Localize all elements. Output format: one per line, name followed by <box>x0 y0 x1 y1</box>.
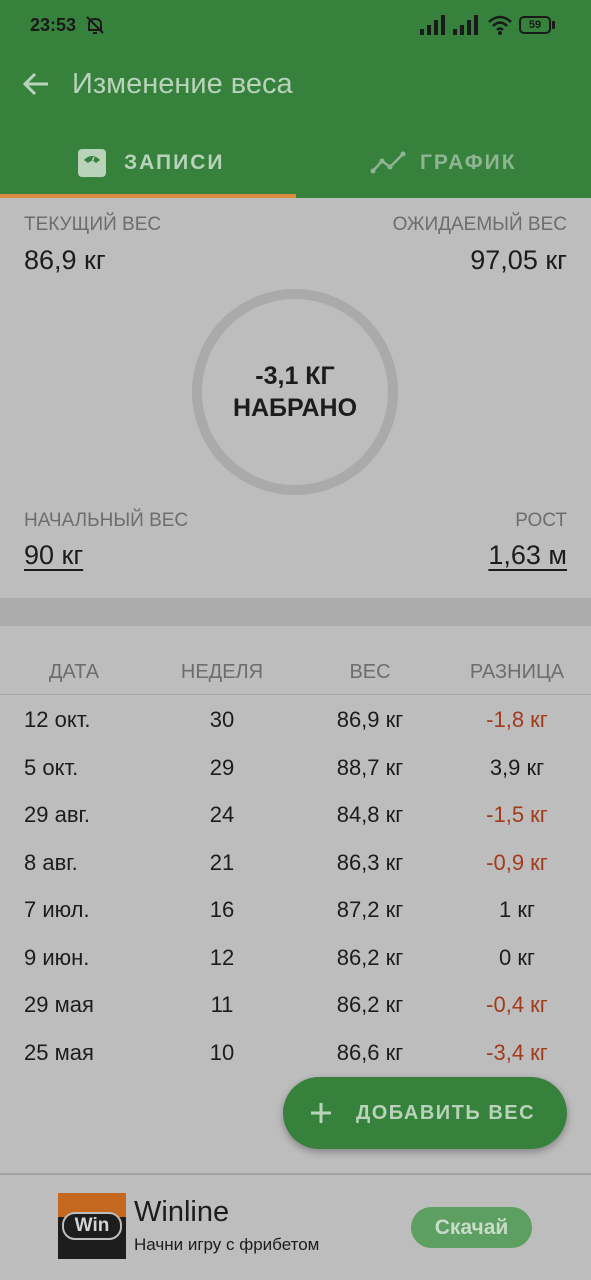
row-weight: 86,6 кг <box>336 1040 404 1065</box>
ad-subtitle: Начни игру с фрибетом <box>134 1235 320 1254</box>
ad-divider <box>0 1173 591 1175</box>
ad-logo-text: Win <box>62 1212 122 1240</box>
current-weight-label: ТЕКУЩИЙ ВЕС <box>24 214 162 235</box>
row-week: 12 <box>209 945 235 970</box>
wifi-icon <box>488 15 512 35</box>
ad-title[interactable]: Winline <box>134 1196 229 1229</box>
section-divider <box>0 598 591 626</box>
app-header: 23:53 59 Изменение веса ЗАПИСИ ГРАФИК <box>0 0 591 198</box>
back-arrow-icon[interactable] <box>20 68 52 100</box>
weight-change-value: -3,1 КГ <box>255 362 335 390</box>
row-week: 10 <box>209 1040 235 1065</box>
row-date: 5 окт. <box>24 755 79 780</box>
weight-change-text: -3,1 КГ НАБРАНО <box>192 360 398 424</box>
row-diff: -0,9 кг <box>486 850 548 875</box>
row-diff: -1,5 кг <box>486 802 548 827</box>
row-diff: -1,8 кг <box>486 707 548 732</box>
tab-records-label: ЗАПИСИ <box>124 151 225 174</box>
row-diff: 0 кг <box>499 945 535 970</box>
row-diff: -0,4 кг <box>486 992 548 1017</box>
tab-records[interactable]: ЗАПИСИ <box>0 128 296 198</box>
row-week: 16 <box>209 897 235 922</box>
row-diff: 1 кг <box>499 897 535 922</box>
table-row[interactable]: 5 окт. 29 88,7 кг 3,9 кг <box>0 755 591 802</box>
row-weight: 86,2 кг <box>336 992 404 1017</box>
tab-chart[interactable]: ГРАФИК <box>296 128 591 198</box>
expected-weight-value: 97,05 кг <box>470 245 567 275</box>
ad-download-button[interactable]: Скачай <box>411 1207 532 1248</box>
row-weight: 86,3 кг <box>336 850 404 875</box>
bell-muted-icon <box>86 16 104 34</box>
table-row[interactable]: 29 авг. 24 84,8 кг -1,5 кг <box>0 802 591 849</box>
tab-chart-label: ГРАФИК <box>420 151 517 174</box>
add-weight-button[interactable]: ДОБАВИТЬ ВЕС <box>283 1077 567 1149</box>
page-title: Изменение веса <box>72 68 293 100</box>
battery-level: 59 <box>519 16 551 34</box>
column-header-week: НЕДЕЛЯ <box>180 661 264 683</box>
column-header-date: ДАТА <box>48 661 100 683</box>
row-week: 21 <box>209 850 235 875</box>
current-weight-value: 86,9 кг <box>24 245 106 275</box>
tab-indicator <box>0 194 296 198</box>
row-weight: 84,8 кг <box>336 802 404 827</box>
row-weight: 88,7 кг <box>336 755 404 780</box>
row-date: 29 авг. <box>24 802 90 827</box>
ad-logo[interactable]: Win <box>58 1193 126 1259</box>
table-row[interactable]: 12 окт. 30 86,9 кг -1,8 кг <box>0 707 591 754</box>
weight-change-caption: НАБРАНО <box>232 394 358 422</box>
status-bar: 23:53 59 <box>0 0 591 52</box>
table-row[interactable]: 9 июн. 12 86,2 кг 0 кг <box>0 945 591 992</box>
start-weight-label: НАЧАЛЬНЫЙ ВЕС <box>24 510 189 531</box>
height-label: РОСТ <box>515 510 567 531</box>
battery-icon: 59 <box>519 16 555 34</box>
column-header-diff: РАЗНИЦА <box>469 661 565 683</box>
row-weight: 86,9 кг <box>336 707 404 732</box>
add-weight-label: ДОБАВИТЬ ВЕС <box>356 1102 536 1124</box>
line-chart-icon <box>370 151 406 174</box>
expected-weight-label: ОЖИДАЕМЫЙ ВЕС <box>392 214 567 235</box>
row-date: 25 мая <box>24 1040 94 1065</box>
height-value[interactable]: 1,63 м <box>488 540 567 571</box>
row-diff: 3,9 кг <box>489 755 545 780</box>
scale-icon <box>78 149 106 177</box>
row-week: 11 <box>210 992 234 1017</box>
row-weight: 86,2 кг <box>336 945 404 970</box>
column-header-weight: ВЕС <box>349 661 391 683</box>
row-diff: -3,4 кг <box>486 1040 548 1065</box>
status-time: 23:53 <box>30 15 77 35</box>
plus-icon <box>311 1103 331 1123</box>
row-date: 29 мая <box>24 992 94 1017</box>
row-week: 29 <box>209 755 235 780</box>
table-row[interactable]: 29 мая 11 86,2 кг -0,4 кг <box>0 992 591 1039</box>
start-weight-value[interactable]: 90 кг <box>24 540 83 571</box>
row-week: 24 <box>209 802 235 827</box>
row-date: 12 окт. <box>24 707 91 732</box>
row-date: 9 июн. <box>24 945 90 970</box>
row-week: 30 <box>209 707 235 732</box>
signal-icon <box>453 15 478 35</box>
table-header-divider <box>0 694 591 695</box>
table-row[interactable]: 8 авг. 21 86,3 кг -0,9 кг <box>0 850 591 897</box>
signal-icon <box>420 15 445 35</box>
table-row[interactable]: 7 июл. 16 87,2 кг 1 кг <box>0 897 591 944</box>
row-date: 7 июл. <box>24 897 90 922</box>
row-date: 8 авг. <box>24 850 78 875</box>
row-weight: 87,2 кг <box>336 897 404 922</box>
